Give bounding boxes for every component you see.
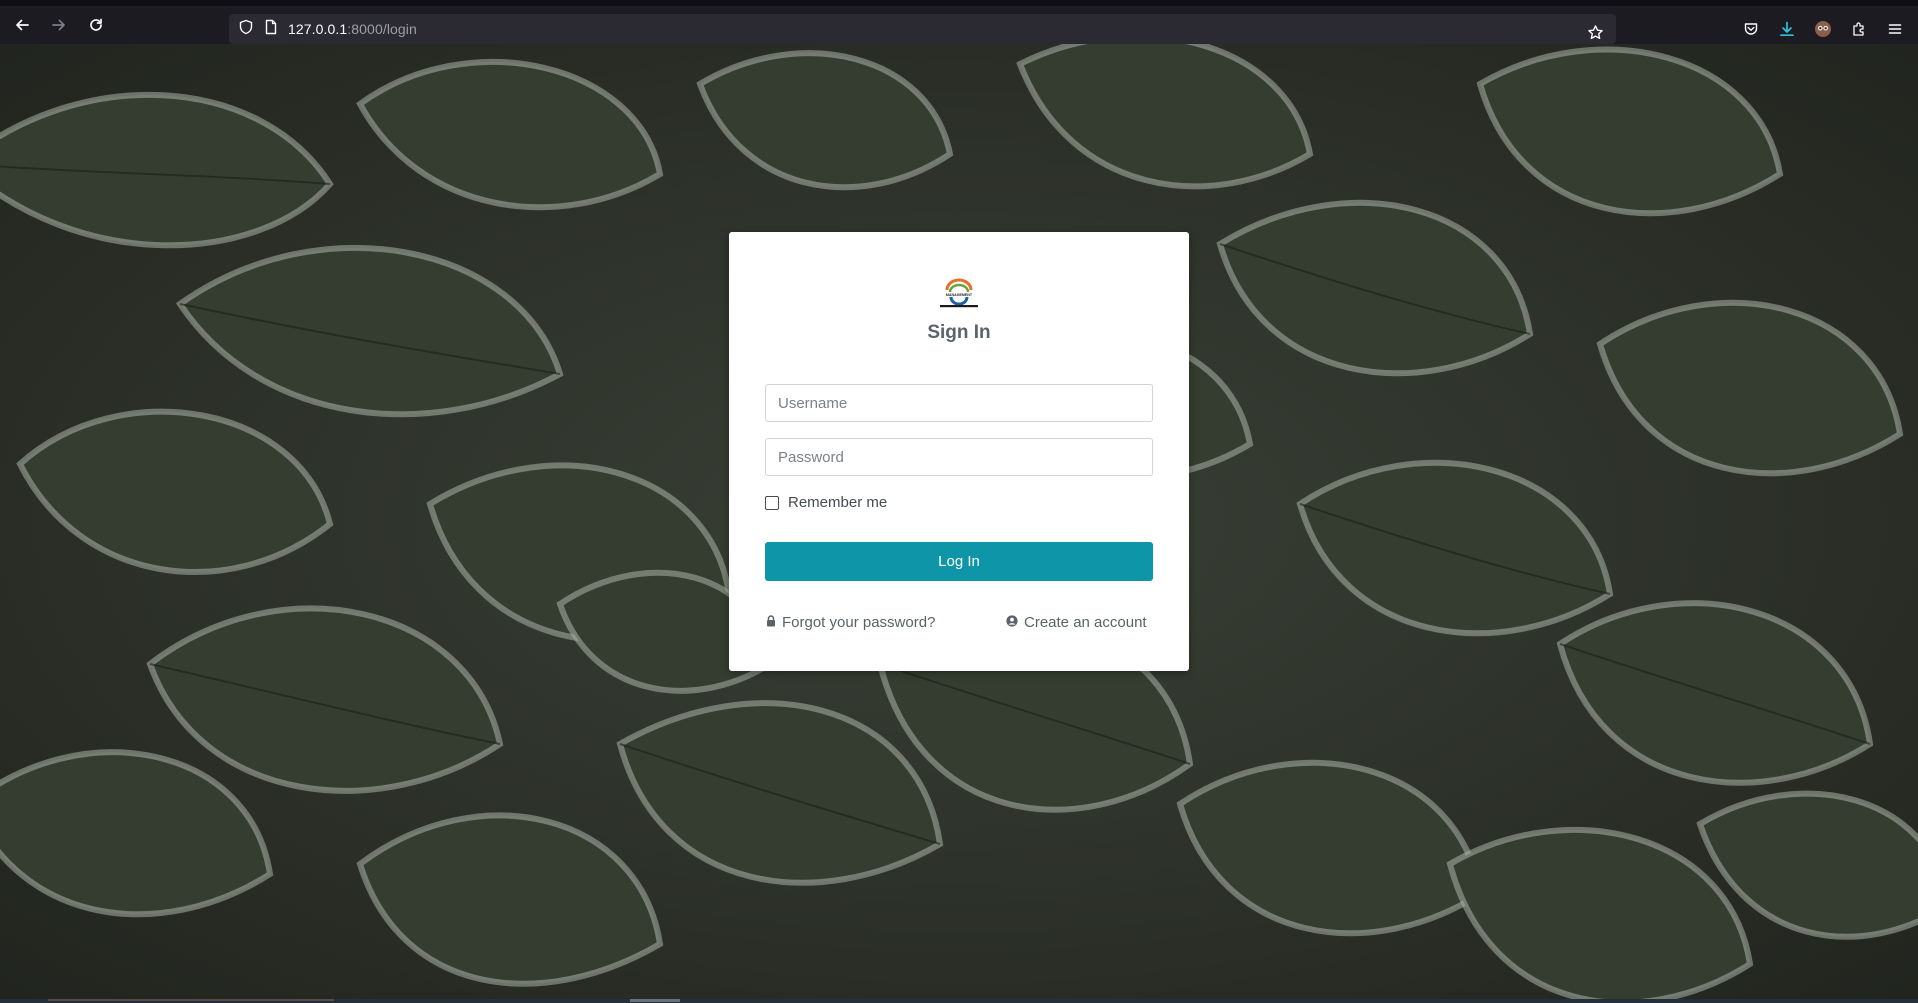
bottom-status-strip (0, 999, 1918, 1003)
account-avatar-icon[interactable] (1808, 14, 1838, 44)
menu-icon[interactable] (1880, 14, 1910, 44)
forgot-password-link[interactable]: Forgot your password? (766, 614, 935, 631)
extensions-icon[interactable] (1844, 14, 1874, 44)
log-in-button[interactable]: Log In (765, 542, 1153, 581)
pocket-icon[interactable] (1736, 14, 1766, 44)
back-arrow-icon[interactable] (7, 10, 37, 40)
login-card: MANAGEMENT Sign In Remember me Log In Fo… (729, 232, 1189, 671)
password-input[interactable] (765, 438, 1153, 476)
url-host: 127.0.0.1 (288, 21, 348, 37)
reload-icon[interactable] (81, 10, 111, 40)
create-account-label[interactable]: Create an account (1024, 614, 1147, 631)
remember-me-label[interactable]: Remember me (788, 494, 887, 511)
browser-toolbar: 127.0.0.1:8000/login (0, 0, 1918, 44)
remember-me-row[interactable]: Remember me (765, 494, 887, 511)
address-bar[interactable]: 127.0.0.1:8000/login (229, 14, 1616, 44)
page-title: Sign In (927, 322, 991, 343)
lock-icon (766, 614, 776, 631)
url-path: :8000/login (347, 21, 417, 37)
create-account-link[interactable]: Create an account (1006, 614, 1147, 631)
bookmark-star-icon[interactable] (1580, 17, 1610, 47)
forgot-password-label[interactable]: Forgot your password? (782, 614, 935, 631)
remember-me-checkbox[interactable] (765, 495, 779, 510)
url-text: 127.0.0.1:8000/login (288, 21, 417, 37)
logo-text: MANAGEMENT (946, 293, 973, 297)
forward-arrow-icon[interactable] (44, 10, 74, 40)
shield-icon[interactable] (238, 19, 254, 40)
user-circle-icon (1006, 614, 1018, 631)
page-info-icon[interactable] (264, 19, 278, 40)
username-input[interactable] (765, 384, 1153, 422)
page-viewport: MANAGEMENT Sign In Remember me Log In Fo… (0, 44, 1918, 999)
download-icon[interactable] (1772, 14, 1802, 44)
management-logo: MANAGEMENT (940, 278, 978, 308)
